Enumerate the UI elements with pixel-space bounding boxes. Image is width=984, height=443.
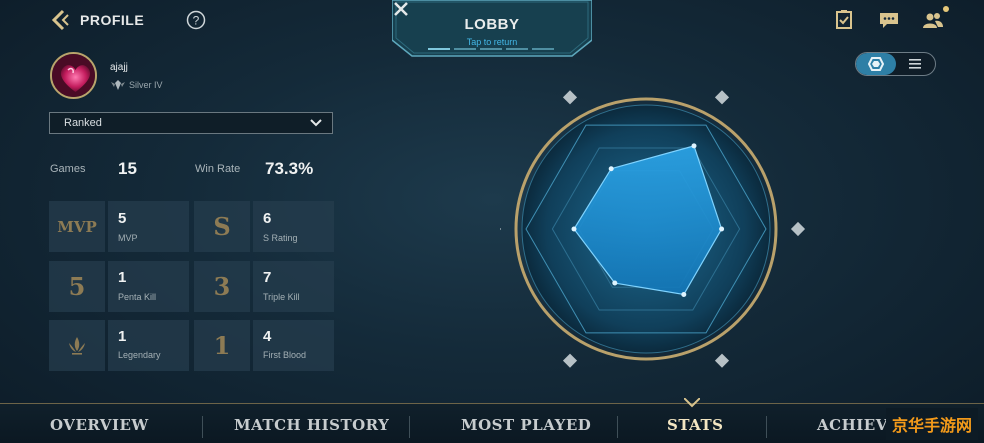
back-arrow-icon[interactable]: [48, 8, 72, 32]
legendary-icon: [69, 337, 85, 355]
tab-divider: [766, 416, 767, 438]
tab-overview[interactable]: OVERVIEW: [50, 416, 149, 434]
tab-stats[interactable]: STATS: [667, 416, 724, 434]
view-toggle[interactable]: [855, 52, 936, 76]
tasks-icon[interactable]: [834, 10, 856, 30]
lobby-subtitle: Tap to return: [466, 37, 518, 47]
stat-icon-tile: [49, 320, 105, 371]
lobby-banner[interactable]: LOBBY Tap to return: [392, 0, 592, 58]
stat-value: 1: [118, 269, 127, 286]
top-right-toolbar: [834, 6, 949, 30]
fighter-icon: [714, 90, 730, 105]
list-view-button[interactable]: [896, 53, 936, 75]
assassin-icon: [562, 90, 578, 105]
role-radar-chart: [500, 90, 806, 368]
stat-label: Triple Kill: [263, 292, 300, 302]
stat-icon-tile: S: [194, 201, 250, 252]
lobby-title: LOBBY: [464, 16, 520, 33]
list-icon: [909, 59, 922, 69]
stat-icon-tile: MVP: [49, 201, 105, 252]
hexagon-icon: [867, 57, 884, 71]
help-icon[interactable]: ?: [186, 10, 206, 30]
stat-label: Penta Kill: [118, 292, 157, 302]
stat-value: 1: [118, 328, 127, 345]
radar-point: [719, 226, 725, 232]
close-icon[interactable]: [392, 0, 410, 18]
mode-select[interactable]: Ranked: [49, 112, 333, 134]
mode-select-value: Ranked: [64, 117, 102, 129]
tab-match-history[interactable]: MATCH HISTORY: [234, 416, 389, 434]
stat-card-mvp: 5 MVP: [108, 201, 189, 252]
tab-most-played[interactable]: MOST PLAYED: [461, 416, 591, 434]
stat-icon-tile: 1: [194, 320, 250, 371]
triple-kill-icon: 3: [213, 272, 231, 301]
stat-icon-tile: 5: [49, 261, 105, 312]
radar-point: [612, 280, 618, 286]
stat-label: S Rating: [263, 233, 298, 243]
stat-card-legendary: 1 Legendary: [108, 320, 189, 371]
support-icon: [500, 221, 502, 237]
winrate-label: Win Rate: [195, 163, 241, 175]
friends-icon[interactable]: [922, 6, 949, 30]
stat-value: 4: [263, 328, 272, 345]
tab-divider: [409, 416, 410, 438]
avatar[interactable]: [50, 52, 97, 99]
stat-card-triple-kill: 7 Triple Kill: [253, 261, 334, 312]
winrate-value: 73.3%: [265, 159, 314, 178]
radar-point: [681, 291, 687, 297]
bottom-tab-bar: OVERVIEW MATCH HISTORY MOST PLAYED STATS…: [0, 398, 984, 443]
stat-value: 7: [263, 269, 272, 286]
chat-icon[interactable]: [878, 10, 900, 30]
watermark: 京华手游网: [885, 408, 978, 440]
stat-card-penta-kill: 1 Penta Kill: [108, 261, 189, 312]
stat-card-first-blood: 4 First Blood: [253, 320, 334, 371]
stat-icon-tile: 3: [194, 261, 250, 312]
notification-dot: [943, 6, 949, 12]
stat-label: First Blood: [263, 350, 307, 360]
active-tab-marker: [684, 398, 700, 408]
rank-label: Silver IV: [129, 80, 163, 90]
rank-row: Silver IV: [110, 79, 163, 91]
rank-emblem-icon: [111, 80, 125, 90]
stat-value: 5: [118, 210, 127, 227]
tab-divider: [617, 416, 618, 438]
stat-value: 6: [263, 210, 272, 227]
player-name: ajajj: [110, 62, 128, 73]
tab-divider: [202, 416, 203, 438]
mvp-icon: MVP: [57, 217, 97, 236]
radar-point: [691, 143, 697, 149]
tab-achievements[interactable]: ACHIEV: [817, 416, 888, 434]
svg-text:?: ?: [193, 14, 200, 28]
heart-avatar-icon: [52, 54, 95, 97]
games-label: Games: [50, 163, 86, 175]
stat-label: Legendary: [118, 350, 161, 360]
radar-view-button[interactable]: [856, 53, 896, 75]
marksman-icon: [714, 353, 730, 368]
radar-point: [608, 166, 614, 172]
radar-point: [571, 226, 577, 232]
page-title: PROFILE: [80, 12, 145, 28]
s-rating-icon: S: [213, 212, 231, 241]
tank-icon: [562, 353, 578, 368]
penta-kill-icon: 5: [68, 272, 86, 301]
stat-label: MVP: [118, 233, 138, 243]
mage-icon: [790, 221, 806, 237]
stat-card-s-rating: 6 S Rating: [253, 201, 334, 252]
profile-header: PROFILE ?: [48, 8, 206, 32]
chevron-down-icon: [310, 119, 322, 127]
first-blood-icon: 1: [213, 331, 231, 360]
games-value: 15: [118, 159, 137, 178]
